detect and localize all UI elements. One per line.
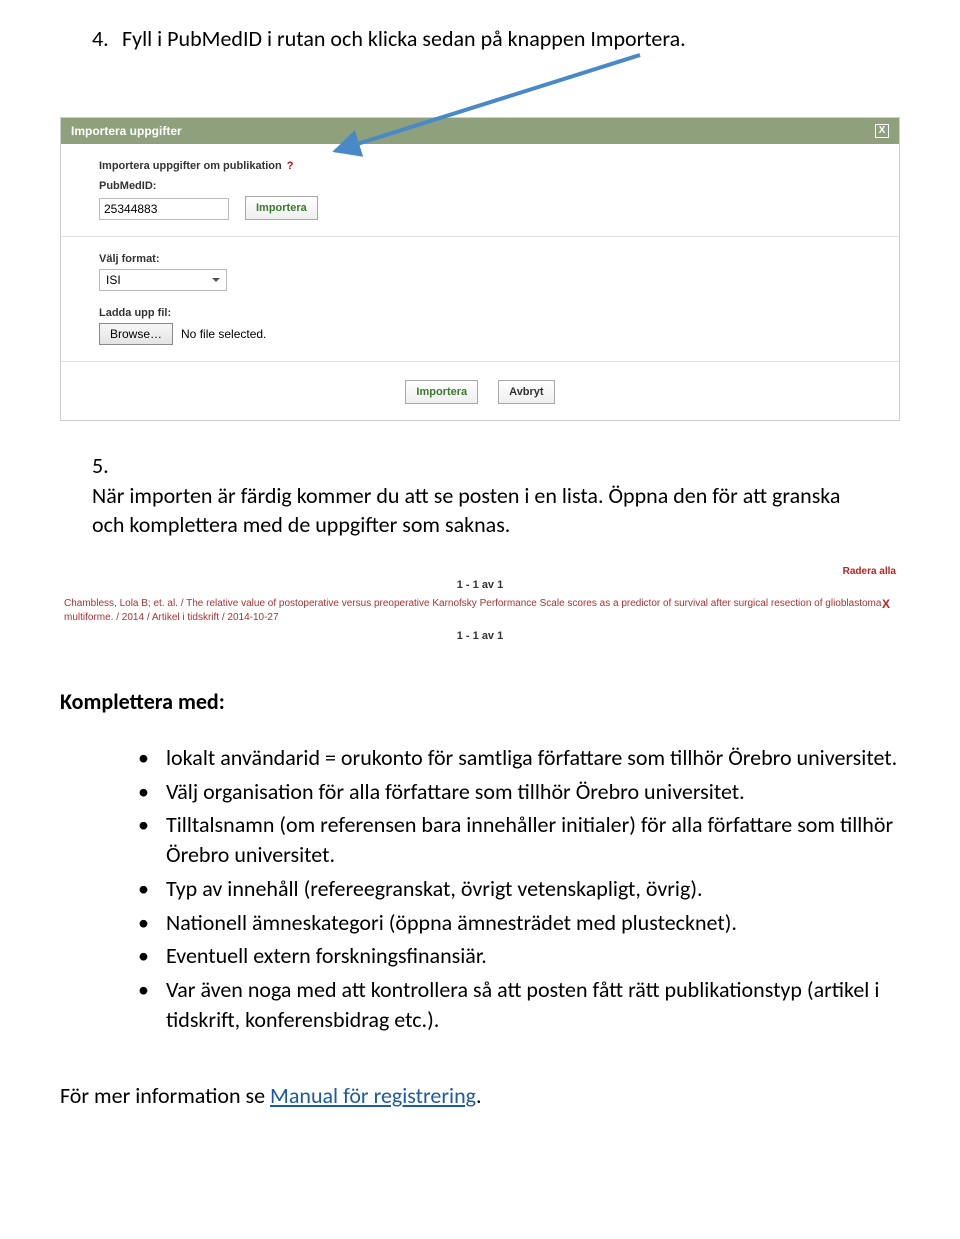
footer-suffix: . bbox=[476, 1082, 482, 1109]
step-5-text: När importen är färdig kommer du att se … bbox=[92, 481, 872, 540]
document-page: 4.Fyll i PubMedID i rutan och klicka sed… bbox=[0, 25, 960, 1109]
subheading-text: Importera uppgifter om publikation bbox=[99, 160, 282, 172]
avbryt-button[interactable]: Avbryt bbox=[498, 380, 554, 404]
list-item: Var även noga med att kontrollera så att… bbox=[138, 975, 900, 1034]
format-value: ISI bbox=[106, 273, 121, 287]
step-5: 5.När importen är färdig kommer du att s… bbox=[92, 451, 900, 540]
no-file-text: No file selected. bbox=[181, 327, 266, 341]
arrow-annotation bbox=[60, 67, 900, 117]
importera-button[interactable]: Importera bbox=[405, 380, 478, 404]
radera-alla-link[interactable]: Radera alla bbox=[843, 566, 896, 577]
komplettera-list: lokalt användarid = orukonto för samtlig… bbox=[60, 743, 900, 1034]
footer-prefix: För mer information se bbox=[60, 1082, 270, 1109]
subheading-label: Importera uppgifter om publikation ? bbox=[99, 160, 861, 172]
format-select[interactable]: ISI bbox=[99, 269, 227, 291]
import-panel: Importera uppgifter X Importera uppgifte… bbox=[60, 117, 900, 421]
pager-bottom: 1 - 1 av 1 bbox=[64, 630, 896, 642]
close-icon[interactable]: X bbox=[875, 124, 889, 138]
browse-button[interactable]: Browse… bbox=[99, 323, 173, 345]
pager-top: 1 - 1 av 1 bbox=[64, 579, 896, 591]
step-5-number: 5. bbox=[92, 451, 122, 481]
result-row: Chambless, Lola B; et. al. / The relativ… bbox=[64, 597, 896, 624]
list-item: Eventuell extern forskningsfinansiär. bbox=[138, 941, 900, 971]
step-4: 4.Fyll i PubMedID i rutan och klicka sed… bbox=[92, 25, 900, 52]
manual-link[interactable]: Manual för registrering bbox=[270, 1082, 476, 1109]
upload-label: Ladda upp fil: bbox=[99, 307, 861, 319]
importera-small-button[interactable]: Importera bbox=[245, 196, 318, 220]
footer-line: För mer information se Manual för regist… bbox=[60, 1082, 900, 1109]
step-4-text: Fyll i PubMedID i rutan och klicka sedan… bbox=[122, 25, 686, 52]
list-item: lokalt användarid = orukonto för samtlig… bbox=[138, 743, 900, 773]
list-item: Nationell ämneskategori (öppna ämnesträd… bbox=[138, 908, 900, 938]
list-item: Tilltalsnamn (om referensen bara innehål… bbox=[138, 810, 900, 869]
panel-footer: Importera Avbryt bbox=[61, 362, 899, 420]
help-icon[interactable]: ? bbox=[287, 160, 294, 172]
chevron-down-icon bbox=[210, 274, 222, 286]
komplettera-heading: Komplettera med: bbox=[60, 688, 900, 715]
list-item: Välj organisation för alla författare so… bbox=[138, 777, 900, 807]
section-format: Välj format: ISI Ladda upp fil: Browse… … bbox=[61, 237, 899, 362]
format-label: Välj format: bbox=[99, 253, 861, 265]
list-item: Typ av innehåll (refereegranskat, övrigt… bbox=[138, 874, 900, 904]
step-4-number: 4. bbox=[92, 25, 122, 52]
result-citation[interactable]: Chambless, Lola B; et. al. / The relativ… bbox=[64, 598, 881, 623]
arrow-icon bbox=[60, 49, 760, 159]
result-list: Radera alla 1 - 1 av 1 Chambless, Lola B… bbox=[64, 564, 896, 642]
pubmedid-label: PubMedID: bbox=[99, 180, 861, 192]
delete-row-icon[interactable]: X bbox=[882, 597, 896, 611]
pubmedid-input[interactable] bbox=[99, 198, 229, 220]
